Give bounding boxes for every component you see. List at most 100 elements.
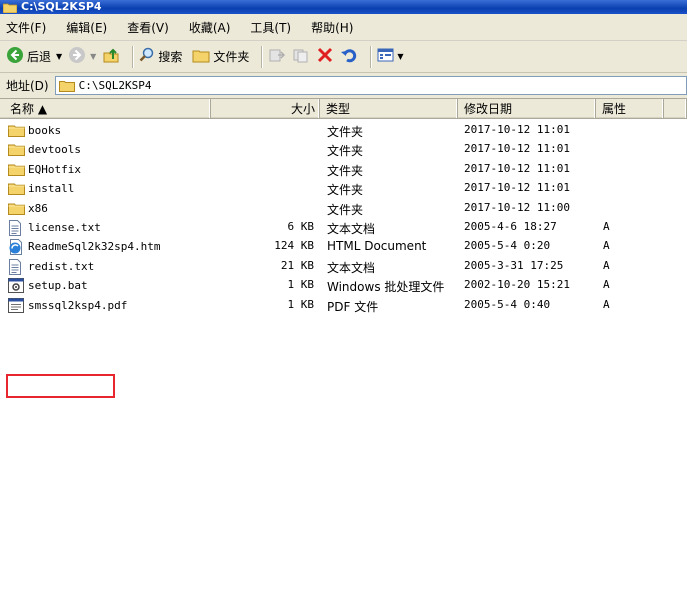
back-button[interactable]: 后退 ▼ bbox=[6, 46, 62, 67]
chevron-down-icon[interactable]: ▼ bbox=[90, 52, 96, 61]
column-header-type[interactable]: 类型 bbox=[320, 99, 458, 119]
menu-file[interactable]: 文件(F) bbox=[6, 19, 46, 36]
folders-button[interactable]: 文件夹 bbox=[192, 47, 249, 66]
chevron-down-icon[interactable]: ▼ bbox=[397, 52, 403, 61]
file-name-cell: install bbox=[8, 181, 74, 196]
file-size: 1 KB bbox=[287, 278, 315, 292]
toolbar-separator bbox=[370, 45, 372, 68]
file-attributes: A bbox=[603, 258, 610, 272]
views-button[interactable]: ▼ bbox=[377, 47, 404, 66]
file-type: PDF 文件 bbox=[327, 299, 379, 314]
file-attributes: A bbox=[603, 297, 610, 311]
column-header-name[interactable]: 名称 ▲ bbox=[0, 99, 211, 119]
forward-arrow-icon bbox=[68, 46, 86, 67]
file-name: EQHotfix bbox=[28, 162, 81, 176]
menu-view[interactable]: 查看(V) bbox=[127, 19, 169, 36]
file-name-cell: books bbox=[8, 123, 61, 138]
folder-icon bbox=[8, 142, 25, 157]
folder-icon bbox=[8, 201, 25, 216]
file-modified: 2002-10-20 15:21 bbox=[464, 278, 570, 292]
file-name: ReadmeSql2k32sp4.htm bbox=[28, 240, 161, 254]
file-row[interactable]: ReadmeSql2k32sp4.htm 124 KB HTML Document 2… bbox=[0, 237, 687, 256]
file-size: 124 KB bbox=[274, 239, 314, 253]
text-file-icon bbox=[8, 258, 25, 275]
file-row[interactable]: setup.bat 1 KB Windows 批处理文件 2002-10-20 15:… bbox=[0, 276, 687, 295]
file-modified: 2017-10-12 11:01 bbox=[464, 123, 570, 136]
file-name: setup.bat bbox=[28, 279, 88, 293]
file-row[interactable]: x86 文件夹 2017-10-12 11:00 bbox=[0, 199, 687, 218]
file-name-cell: smssql2ksp4.pdf bbox=[8, 297, 128, 313]
menu-tools[interactable]: 工具(T) bbox=[250, 19, 291, 36]
file-name: license.txt bbox=[28, 221, 101, 234]
file-name-cell: devtools bbox=[8, 142, 81, 157]
menu-help[interactable]: 帮助(H) bbox=[311, 19, 353, 36]
menu-favorites[interactable]: 收藏(A) bbox=[189, 19, 231, 36]
file-attributes: A bbox=[603, 278, 610, 292]
file-name: books bbox=[28, 124, 62, 137]
address-bar: 地址(D) C:\SQL2KSP4 bbox=[0, 73, 687, 98]
file-row[interactable]: smssql2ksp4.pdf 1 KB PDF 文件 2005-5-4 0:40 A bbox=[0, 296, 687, 315]
file-size: 6 KB bbox=[287, 220, 315, 233]
back-label: 后退 bbox=[27, 50, 52, 64]
address-label: 地址(D) bbox=[6, 79, 49, 93]
file-attributes: A bbox=[603, 220, 610, 233]
title-bar: C:\SQL2KSP4 bbox=[0, 0, 687, 14]
file-row[interactable]: books 文件夹 2017-10-12 11:01 bbox=[0, 121, 687, 140]
file-type: 文件夹 bbox=[327, 183, 364, 198]
column-header-filler bbox=[664, 99, 687, 119]
file-modified: 2017-10-12 11:01 bbox=[464, 142, 570, 156]
setup-bat-highlight-box bbox=[6, 374, 115, 398]
delete-icon bbox=[316, 46, 334, 67]
undo-button[interactable] bbox=[340, 46, 358, 67]
move-to-icon bbox=[268, 47, 286, 66]
copy-to-button[interactable] bbox=[292, 47, 310, 66]
file-type: 文件夹 bbox=[327, 202, 364, 217]
back-arrow-icon bbox=[6, 46, 24, 67]
pdf-file-icon bbox=[8, 297, 25, 313]
file-row[interactable]: license.txt 6 KB 文本文档 2005-4-6 18:27 A bbox=[0, 218, 687, 237]
column-header-attributes[interactable]: 属性 bbox=[596, 99, 664, 119]
file-modified: 2017-10-12 11:01 bbox=[464, 181, 570, 195]
undo-icon bbox=[340, 46, 358, 67]
file-modified: 2005-5-4 0:20 bbox=[464, 239, 551, 253]
file-type: Windows 批处理文件 bbox=[327, 280, 445, 295]
file-name: smssql2ksp4.pdf bbox=[28, 298, 128, 312]
file-name-cell: ReadmeSql2k32sp4.htm bbox=[8, 239, 161, 256]
move-to-button[interactable] bbox=[268, 47, 286, 66]
up-button[interactable] bbox=[102, 46, 120, 67]
file-type: 文件夹 bbox=[327, 125, 364, 139]
folders-label: 文件夹 bbox=[213, 50, 250, 64]
file-modified: 2017-10-12 11:00 bbox=[464, 200, 570, 214]
toolbar-separator bbox=[132, 45, 134, 68]
file-row[interactable]: devtools 文件夹 2017-10-12 11:01 bbox=[0, 140, 687, 159]
window-title: C:\SQL2KSP4 bbox=[21, 0, 102, 13]
file-row[interactable]: install 文件夹 2017-10-12 11:01 bbox=[0, 179, 687, 198]
file-modified: 2017-10-12 11:01 bbox=[464, 161, 570, 175]
file-row[interactable]: EQHotfix 文件夹 2017-10-12 11:01 bbox=[0, 160, 687, 179]
forward-button[interactable]: ▼ bbox=[68, 46, 96, 67]
file-type: 文本文档 bbox=[327, 260, 376, 275]
folder-icon bbox=[8, 123, 25, 138]
address-value: C:\SQL2KSP4 bbox=[78, 79, 152, 92]
column-header-modified[interactable]: 修改日期 bbox=[458, 99, 596, 119]
file-name-cell: x86 bbox=[8, 201, 48, 216]
toolbar-separator bbox=[261, 45, 263, 68]
views-icon bbox=[377, 47, 395, 66]
file-modified: 2005-4-6 18:27 bbox=[464, 220, 557, 233]
file-row[interactable]: redist.txt 21 KB 文本文档 2005-3-31 17:25 A bbox=[0, 257, 687, 276]
file-size: 1 KB bbox=[287, 297, 315, 311]
file-modified: 2005-3-31 17:25 bbox=[464, 258, 564, 272]
menu-bar: 文件(F) 编辑(E) 查看(V) 收藏(A) 工具(T) 帮助(H) bbox=[0, 14, 687, 41]
search-button[interactable]: 搜索 bbox=[139, 47, 182, 66]
file-name-cell: license.txt bbox=[8, 220, 101, 236]
file-name-cell: setup.bat bbox=[8, 278, 88, 294]
delete-button[interactable] bbox=[316, 46, 334, 67]
menu-edit[interactable]: 编辑(E) bbox=[66, 19, 107, 36]
address-input[interactable]: C:\SQL2KSP4 bbox=[54, 76, 687, 95]
column-header-size[interactable]: 大小 bbox=[211, 99, 320, 119]
search-label: 搜索 bbox=[158, 50, 183, 64]
file-size: 21 KB bbox=[280, 258, 314, 272]
chevron-down-icon[interactable]: ▼ bbox=[56, 52, 62, 61]
file-list: 名称 ▲ 大小 类型 修改日期 属性 books 文件夹 2017-10-12 11… bbox=[0, 98, 687, 608]
file-type: 文件夹 bbox=[327, 144, 364, 159]
